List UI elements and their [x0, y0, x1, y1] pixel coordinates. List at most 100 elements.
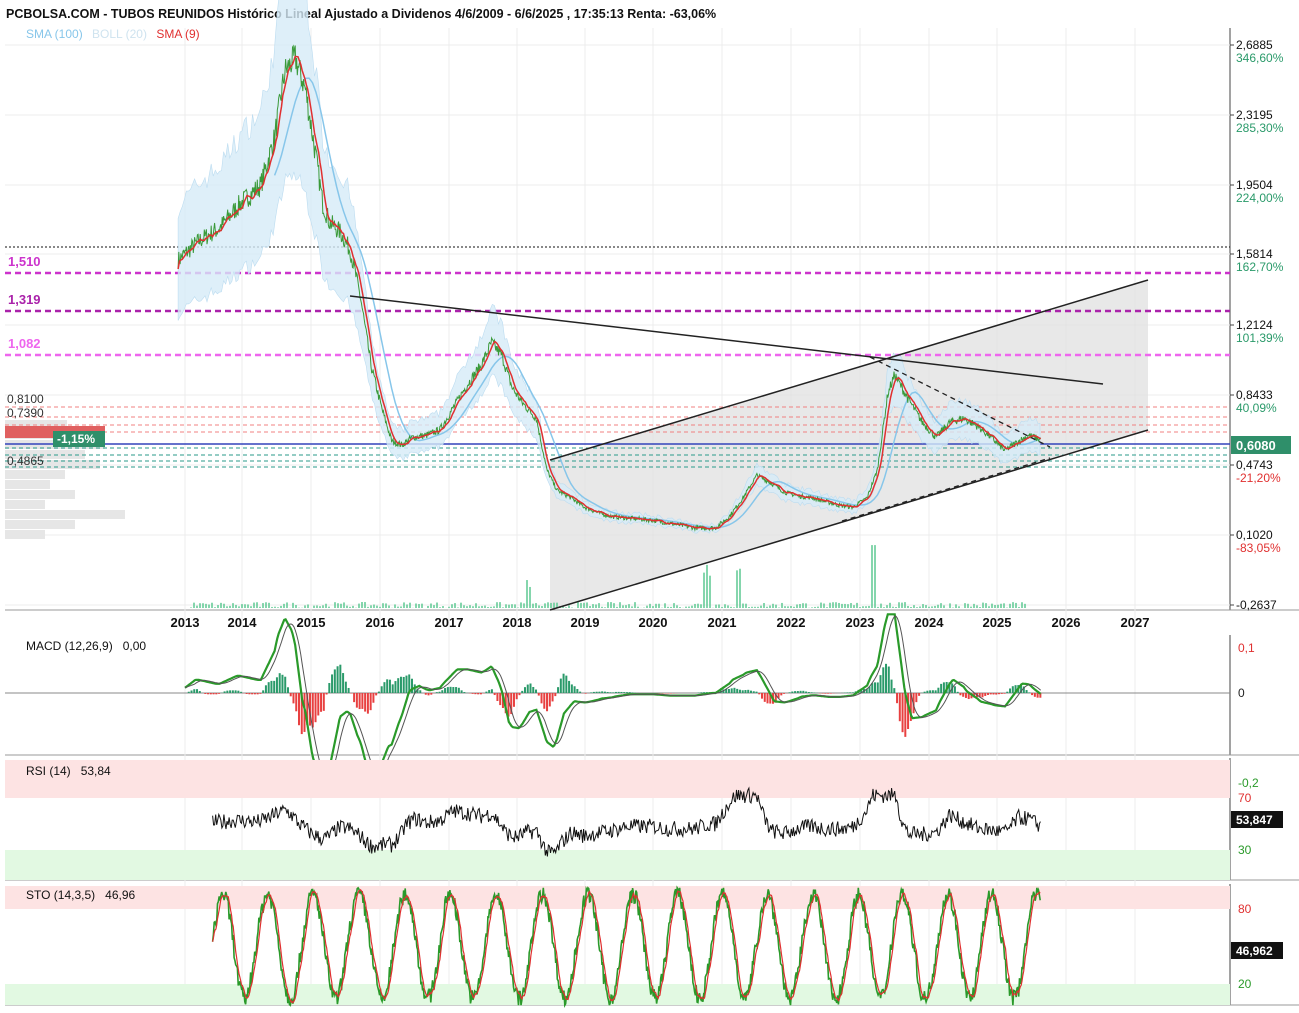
volume-bar: [472, 606, 474, 608]
volume-bar: [286, 602, 288, 608]
indicator-legend: SMA (100) BOLL (20) SMA (9): [26, 27, 200, 41]
macd-histogram-bar: [546, 693, 549, 712]
volume-bar: [598, 603, 600, 608]
volume-bar: [406, 604, 408, 608]
macd-histogram-bar: [344, 681, 347, 693]
left-level-label: 0,4865: [7, 454, 44, 468]
volume-bar: [364, 602, 366, 608]
macd-histogram-bar: [981, 693, 984, 698]
volume-bar: [583, 602, 585, 608]
volume-bar: [628, 604, 630, 608]
volume-bar: [958, 606, 960, 608]
volume-bar: [724, 604, 726, 608]
sto-tick-label: 80: [1238, 902, 1252, 916]
volume-bar: [418, 604, 420, 608]
volume-bar: [223, 603, 225, 608]
volume-bar: [595, 604, 597, 608]
volume-bar: [781, 602, 783, 608]
volume-bar: [268, 602, 270, 608]
macd-histogram-bar: [940, 683, 943, 693]
macd-histogram-bar: [989, 693, 992, 695]
volume-bar: [751, 606, 753, 608]
legend-sma9: SMA (9): [156, 27, 199, 41]
volume-bar: [826, 607, 828, 608]
macd-histogram-bar: [322, 693, 325, 711]
macd-histogram-bar: [584, 693, 587, 694]
change-badge: -1,15%: [57, 432, 95, 446]
macd-histogram-bar: [535, 689, 538, 693]
macd-histogram-bar: [394, 681, 397, 693]
macd-histogram-bar: [926, 690, 929, 693]
volume-bar: [214, 607, 216, 608]
macd-histogram-bar: [579, 691, 582, 693]
volume-bar: [496, 602, 498, 608]
volume-bar: [352, 605, 354, 608]
volume-bar: [565, 607, 567, 608]
volume-bar: [295, 605, 297, 608]
volume-bar: [520, 602, 522, 608]
volume-bar: [757, 606, 759, 608]
volume-bar: [784, 606, 786, 608]
macd-histogram-bar: [744, 690, 747, 693]
macd-histogram-bar: [543, 693, 546, 709]
macd-histogram-bar: [399, 676, 402, 693]
volume-bar: [727, 605, 729, 608]
y-tick-pct: -83,05%: [1236, 541, 1281, 555]
volume-bar: [205, 603, 207, 608]
macd-histogram-bar: [405, 675, 408, 693]
macd-histogram-bar: [700, 692, 703, 693]
y-tick-pct: 285,30%: [1236, 121, 1284, 135]
x-tick-label: 2019: [571, 615, 600, 630]
volume-bar: [505, 604, 507, 608]
macd-histogram-bar: [1003, 693, 1006, 694]
macd-histogram-bar: [805, 691, 808, 693]
volume-bar: [901, 602, 903, 608]
macd-histogram-bar: [631, 692, 634, 693]
volume-bar: [694, 603, 696, 608]
macd-histogram-bar: [339, 664, 342, 693]
volume-bar: [736, 570, 738, 608]
macd-histogram-bar: [810, 692, 813, 693]
volume-bar: [421, 603, 423, 608]
macd-histogram-bar: [606, 691, 609, 693]
macd-histogram-bar: [1025, 690, 1028, 693]
macd-histogram-bar: [896, 693, 899, 704]
macd-histogram-bar: [901, 693, 904, 733]
macd-histogram-bar: [286, 687, 289, 693]
volume-bar: [919, 606, 921, 608]
x-tick-label: 2027: [1121, 615, 1150, 630]
macd-histogram-bar: [237, 690, 240, 693]
y-tick-pct: 224,00%: [1236, 191, 1284, 205]
volume-profile-bar: [5, 510, 125, 519]
macd-histogram-bar: [551, 693, 554, 702]
macd-histogram-bar: [485, 691, 488, 693]
macd-histogram-bar: [515, 693, 518, 700]
rsi-oversold-zone: [5, 850, 1230, 880]
volume-bar: [469, 605, 471, 608]
macd-histogram-bar: [609, 692, 612, 693]
macd-histogram-bar: [499, 693, 502, 706]
volume-bar: [625, 605, 627, 608]
y-tick-pct: 40,09%: [1236, 401, 1277, 415]
y-tick-pct: 101,39%: [1236, 331, 1284, 345]
macd-histogram-bar: [887, 666, 890, 693]
volume-bar: [208, 604, 210, 608]
volume-bar: [604, 607, 606, 608]
volume-bar: [346, 605, 348, 608]
macd-histogram-bar: [284, 676, 287, 693]
macd-histogram-bar: [890, 679, 893, 693]
volume-bar: [688, 606, 690, 608]
volume-bar: [847, 604, 849, 608]
macd-tick-label: 0,1: [1238, 641, 1255, 655]
macd-histogram-bar: [262, 690, 265, 693]
macd-histogram-bar: [523, 687, 526, 693]
volume-bar: [304, 605, 306, 608]
volume-bar: [709, 575, 711, 608]
volume-bar: [652, 606, 654, 608]
macd-histogram-bar: [780, 693, 783, 696]
volume-bar: [253, 602, 255, 608]
volume-profile-bar: [5, 520, 75, 529]
macd-histogram-bar: [435, 692, 438, 693]
macd-histogram-bar: [240, 691, 243, 693]
macd-histogram-bar: [703, 692, 706, 693]
